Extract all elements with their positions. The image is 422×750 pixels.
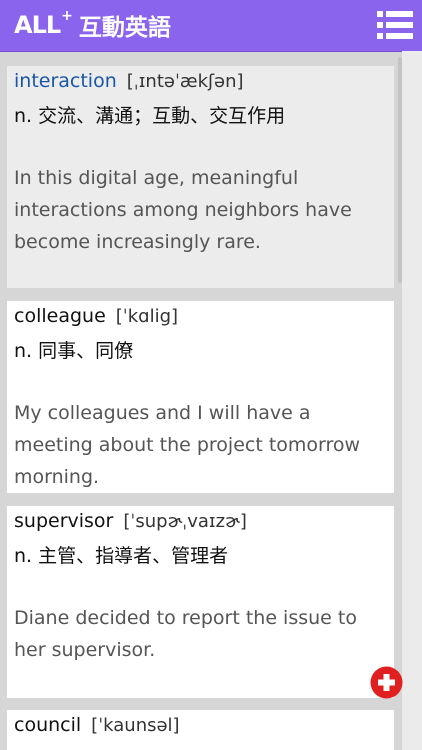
example-sentence: My colleagues and I will have a meeting … [14, 402, 361, 488]
word-text: supervisor [14, 510, 114, 532]
scrollbar-thumb[interactable] [398, 57, 402, 283]
word-line: council [ˈkaunsəl] [14, 714, 180, 736]
logo-mark: ALL [14, 11, 61, 39]
word-card[interactable]: colleague [ˈkɑlig] n. 同事、同僚 My colleagues… [7, 301, 394, 493]
word-card[interactable]: council [ˈkaunsəl] [7, 710, 394, 750]
definition-text: n. 主管、指導者、管理者 [14, 545, 229, 567]
definition-text: n. 交流、溝通；互動、交互作用 [14, 105, 286, 127]
word-text: colleague [14, 305, 106, 327]
word-line: supervisor [ˈsupɚˌvaɪzɚ] [14, 510, 247, 532]
phonetic-text: [ˈsupɚˌvaɪzɚ] [123, 511, 247, 532]
app-title: 互動英語 [78, 15, 171, 41]
word-line: colleague [ˈkɑlig] [14, 305, 178, 327]
word-card[interactable]: supervisor [ˈsupɚˌvaɪzɚ] n. 主管、指導者、管理者 Di… [7, 506, 394, 698]
word-text: interaction [14, 70, 117, 92]
logo-plus: + [61, 8, 73, 24]
app-logo: ALL + 互動英語 [14, 8, 171, 42]
phonetic-text: [ˈkaunsəl] [91, 715, 180, 736]
definition-text: n. 同事、同僚 [14, 340, 134, 362]
example-sentence: Diane decided to report the issue to her… [14, 607, 357, 661]
example-sentence: In this digital age, meaningful interact… [14, 167, 352, 253]
word-card[interactable]: interaction [ˌɪntəˈækʃən] n. 交流、溝通；互動、交互作… [7, 66, 394, 288]
app-header: ALL + 互動英語 [0, 0, 422, 52]
phonetic-text: [ˌɪntəˈækʃən] [126, 71, 244, 92]
word-text: council [14, 714, 82, 736]
phonetic-text: [ˈkɑlig] [115, 306, 179, 327]
word-line: interaction [ˌɪntəˈækʃən] [14, 70, 244, 92]
scroll-track [402, 51, 422, 750]
list-menu-icon[interactable] [377, 10, 413, 40]
add-circle-icon[interactable] [370, 666, 403, 699]
